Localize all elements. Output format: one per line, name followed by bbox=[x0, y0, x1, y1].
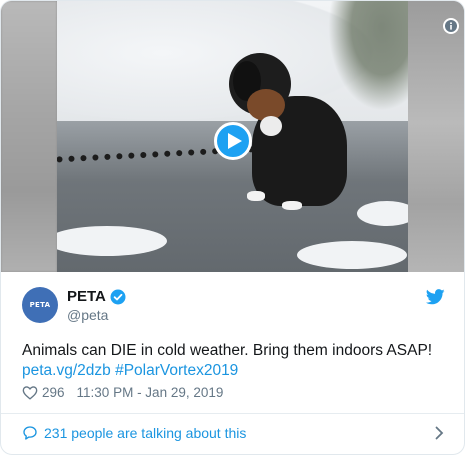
avatar-logo-text: PETA bbox=[29, 301, 51, 309]
tweet-body: Animals can DIE in cold weather. Bring t… bbox=[22, 342, 433, 359]
snow-patch bbox=[357, 201, 408, 226]
display-name[interactable]: PETA bbox=[67, 288, 106, 305]
dog-chest-marking bbox=[260, 116, 282, 136]
conversation-link[interactable]: 231 people are talking about this bbox=[22, 424, 452, 442]
snow-patch bbox=[297, 241, 407, 269]
like-count[interactable]: 296 bbox=[42, 385, 65, 400]
hashtag-link[interactable]: #PolarVortex2019 bbox=[115, 362, 238, 379]
info-button[interactable] bbox=[443, 18, 459, 34]
info-icon bbox=[445, 20, 457, 32]
author-name-line[interactable]: PETA bbox=[67, 288, 126, 305]
tweet-timestamp[interactable]: 11:30 PM - Jan 29, 2019 bbox=[77, 385, 224, 400]
trees bbox=[328, 1, 408, 111]
play-button[interactable] bbox=[214, 122, 252, 160]
media-blur-right bbox=[408, 1, 464, 272]
tweet-meta: 296 11:30 PM - Jan 29, 2019 bbox=[22, 385, 223, 400]
twitter-bird-icon[interactable] bbox=[425, 289, 445, 310]
tweet-link[interactable]: peta.vg/2dzb bbox=[22, 362, 111, 379]
divider bbox=[1, 413, 464, 414]
speech-bubble-icon bbox=[22, 425, 38, 441]
verified-icon bbox=[110, 289, 126, 305]
play-icon bbox=[227, 133, 242, 149]
tweet-card: PETA PETA @peta Animals can DIE in cold … bbox=[0, 0, 465, 455]
conversation-label: 231 people are talking about this bbox=[44, 425, 247, 441]
tweet-media[interactable] bbox=[1, 1, 464, 272]
dog-paw bbox=[247, 191, 265, 201]
chevron-right-icon bbox=[435, 426, 444, 443]
media-blur-left bbox=[1, 1, 57, 272]
dog-paw bbox=[282, 201, 302, 210]
user-handle[interactable]: @peta bbox=[67, 307, 108, 323]
avatar[interactable]: PETA bbox=[22, 287, 58, 323]
heart-icon[interactable] bbox=[22, 385, 38, 400]
tweet-text: Animals can DIE in cold weather. Bring t… bbox=[22, 341, 447, 381]
